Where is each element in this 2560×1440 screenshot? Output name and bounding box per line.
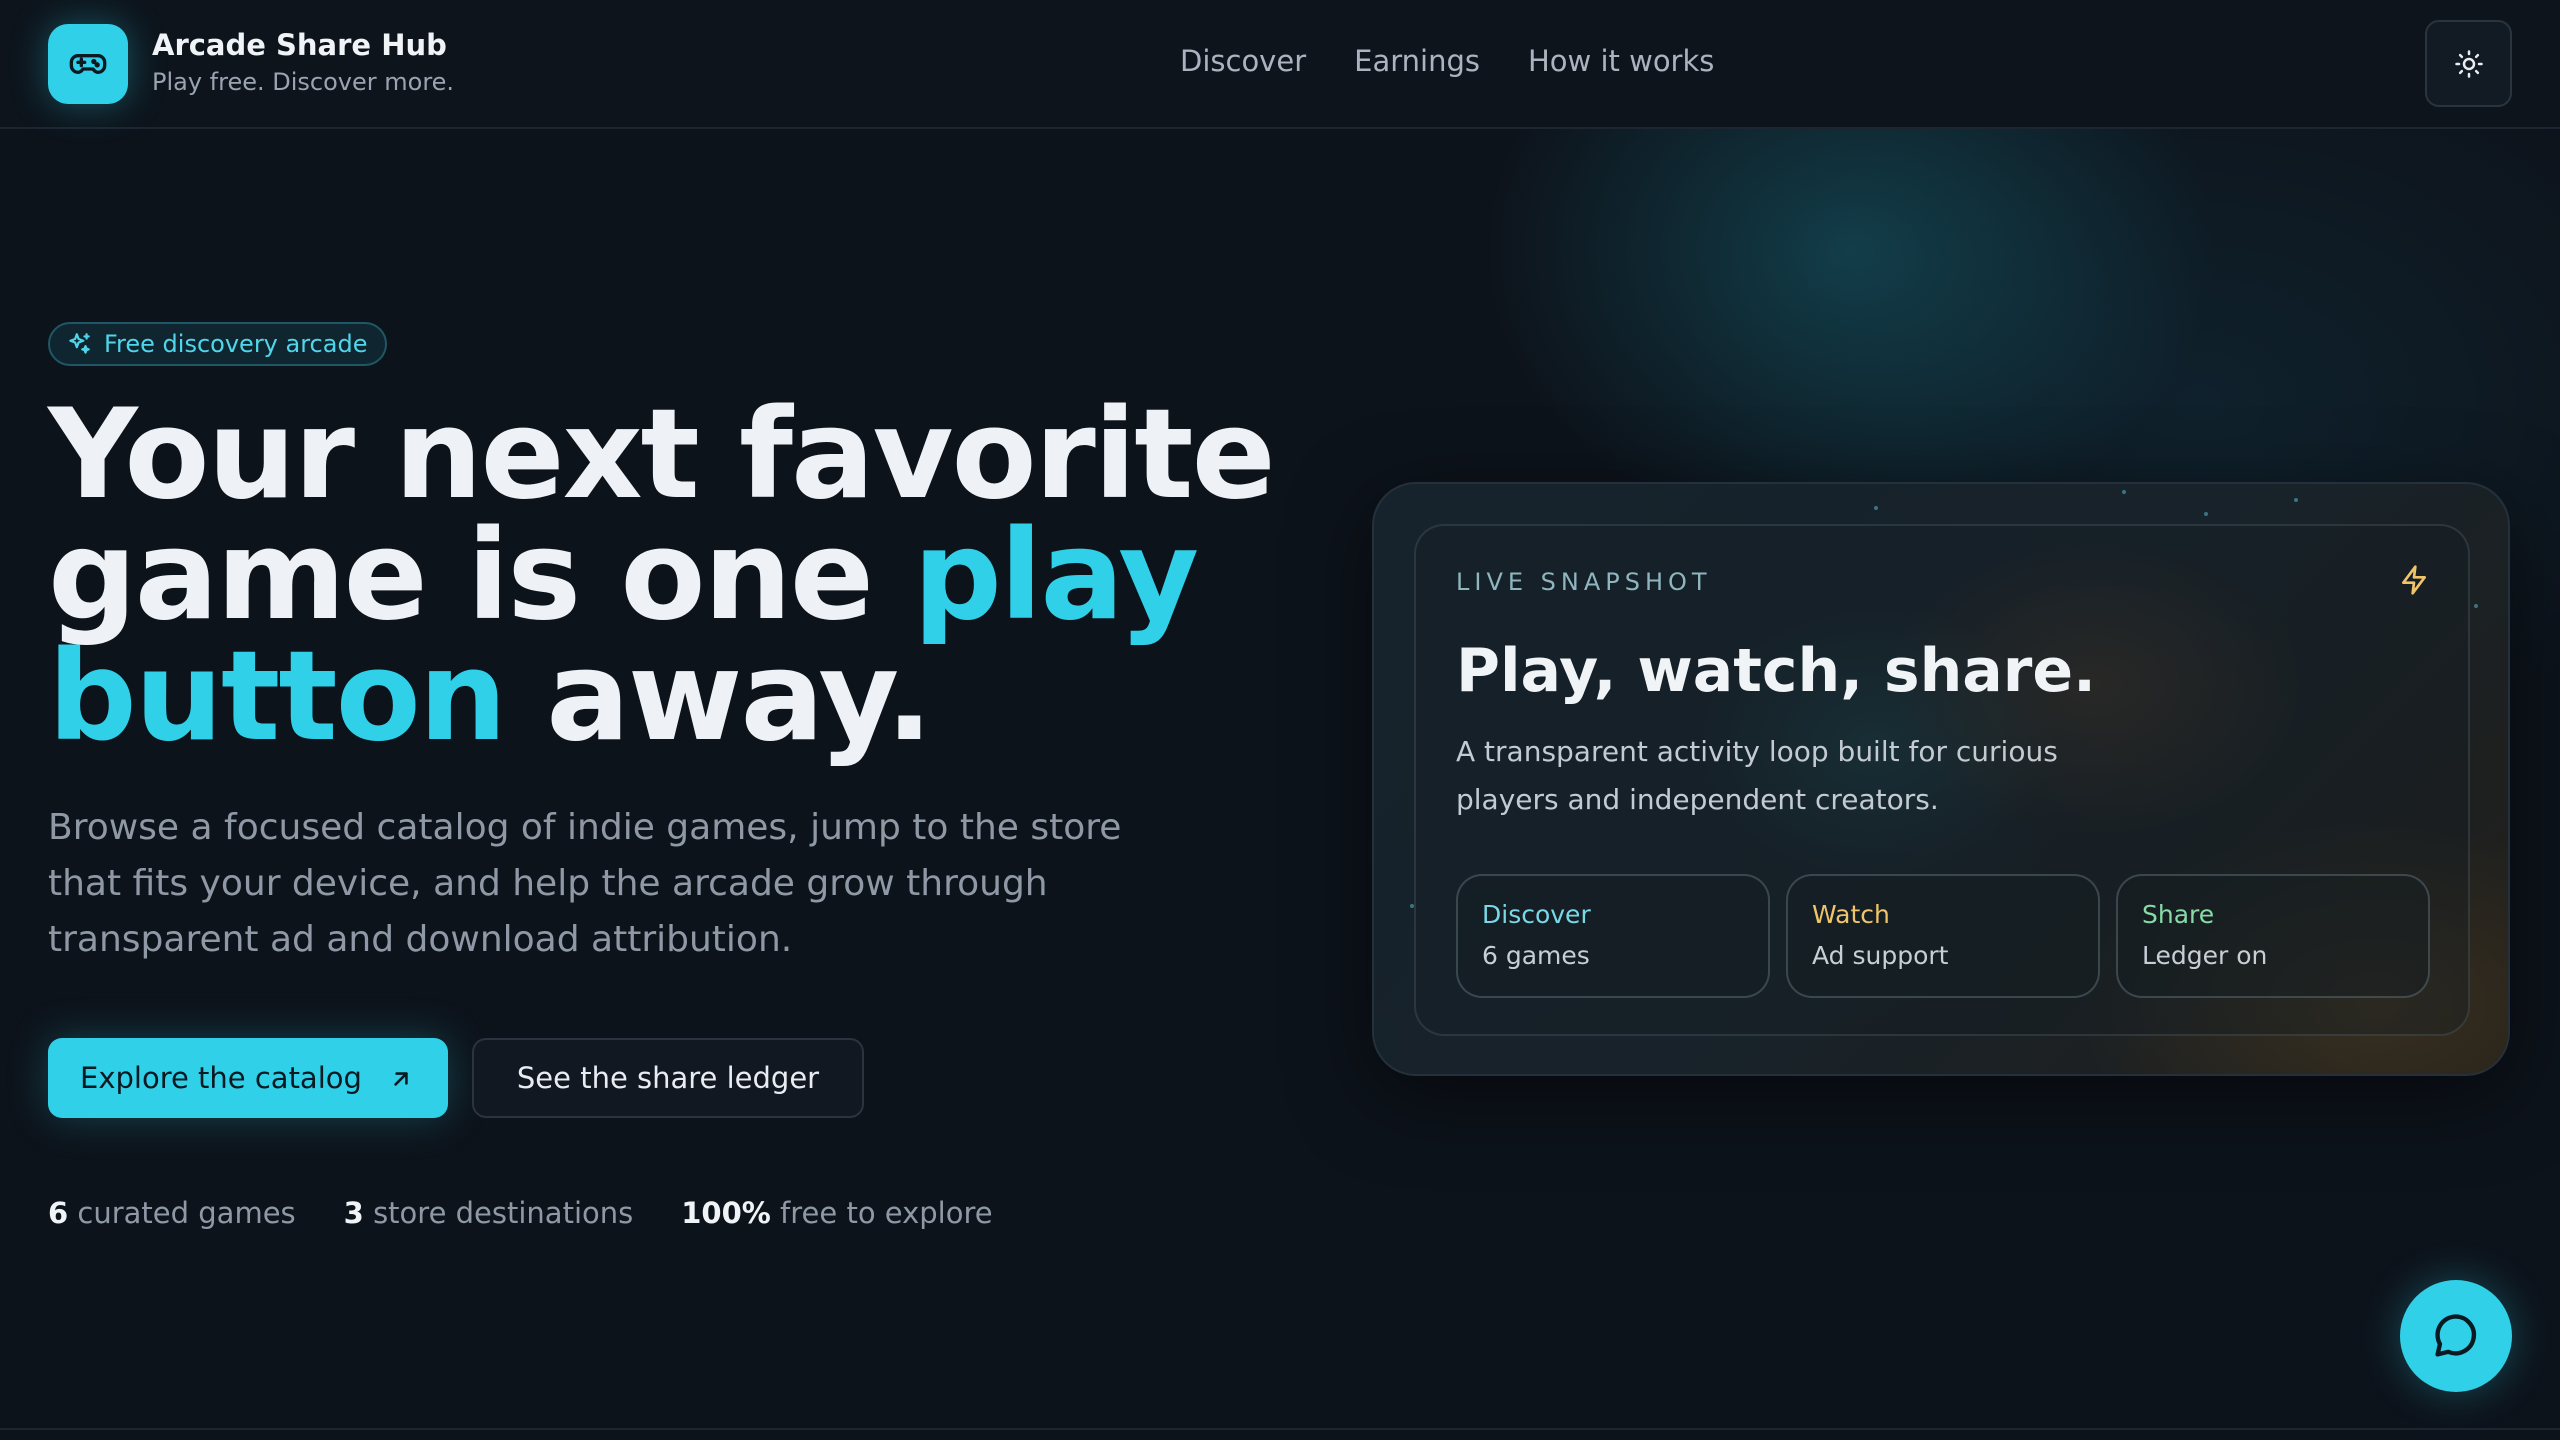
stat-label: curated games [77, 1196, 296, 1230]
stat-label: free to explore [780, 1196, 993, 1230]
stat-value: 100% [681, 1196, 771, 1230]
share-ledger-button[interactable]: See the share ledger [472, 1038, 864, 1118]
stat-value: 6 [48, 1196, 69, 1230]
snapshot-label: LIVE SNAPSHOT [1456, 568, 1712, 596]
hero-badge-label: Free discovery arcade [104, 330, 368, 358]
arrow-up-right-icon [394, 1072, 408, 1086]
chip-key: Share [2142, 900, 2215, 929]
section-divider [0, 1428, 2560, 1430]
theme-toggle-button[interactable] [2425, 20, 2512, 107]
nav-item-discover[interactable]: Discover [1180, 44, 1306, 78]
brand-logo[interactable] [48, 24, 128, 104]
chip-value: 6 games [1482, 941, 1590, 970]
stat-value: 3 [343, 1196, 364, 1230]
live-snapshot-card: LIVE SNAPSHOT Play, watch, share. A tran… [1372, 482, 2510, 1076]
nav-item-how-it-works[interactable]: How it works [1528, 44, 1714, 78]
chip-share: Share Ledger on [2116, 874, 2430, 998]
share-ledger-label: See the share ledger [516, 1061, 820, 1095]
site-header: Arcade Share Hub Play free. Discover mor… [0, 0, 2560, 129]
stat-label: store destinations [373, 1196, 634, 1230]
chip-value: Ledger on [2142, 941, 2268, 970]
explore-catalog-label: Explore the catalog [80, 1061, 362, 1095]
particle-dot [2122, 490, 2126, 494]
hero-badge: Free discovery arcade [48, 322, 388, 366]
brand-title[interactable]: Arcade Share Hub [152, 28, 447, 62]
chat-bubble-icon [2435, 1314, 2477, 1357]
snapshot-description: A transparent activity loop built for cu… [1456, 735, 2058, 816]
snapshot-title: Play, watch, share. [1456, 636, 2096, 706]
chip-value: Ad support [1812, 941, 1949, 970]
particle-dot [2294, 498, 2298, 502]
stat-free: 100% free to explore [681, 1196, 992, 1230]
chat-button[interactable] [2400, 1280, 2512, 1392]
particle-dot [1874, 506, 1878, 510]
hero-description: Browse a focused catalog of indie games,… [48, 807, 1122, 960]
sun-icon [2454, 49, 2483, 78]
page: Arcade Share Hub Play free. Discover mor… [0, 0, 2560, 1440]
particle-dot [2474, 604, 2478, 608]
hero-headline: Your next favorite game is one play butt… [48, 393, 1298, 759]
chip-discover: Discover 6 games [1456, 874, 1770, 998]
headline-part-2: away. [505, 625, 933, 769]
snapshot-chips: Discover 6 games Watch Ad support Share … [1456, 874, 2430, 998]
explore-catalog-button[interactable]: Explore the catalog [48, 1038, 448, 1118]
stat-stores: 3 store destinations [344, 1196, 634, 1230]
chip-watch: Watch Ad support [1786, 874, 2100, 998]
nav-item-earnings[interactable]: Earnings [1354, 44, 1480, 78]
particle-dot [2204, 512, 2208, 516]
gamepad-icon [69, 54, 107, 75]
stat-games: 6 curated games [48, 1196, 296, 1230]
hero-stats: 6 curated games 3 store destinations 100… [48, 1196, 993, 1230]
main-nav: Discover Earnings How it works [1180, 44, 1714, 78]
brand-tagline: Play free. Discover more. [152, 68, 455, 96]
bolt-icon [2402, 565, 2426, 595]
chip-key: Watch [1812, 900, 1890, 929]
snapshot-panel: LIVE SNAPSHOT Play, watch, share. A tran… [1414, 524, 2470, 1036]
chip-key: Discover [1482, 900, 1591, 929]
sparkles-icon [69, 333, 90, 354]
